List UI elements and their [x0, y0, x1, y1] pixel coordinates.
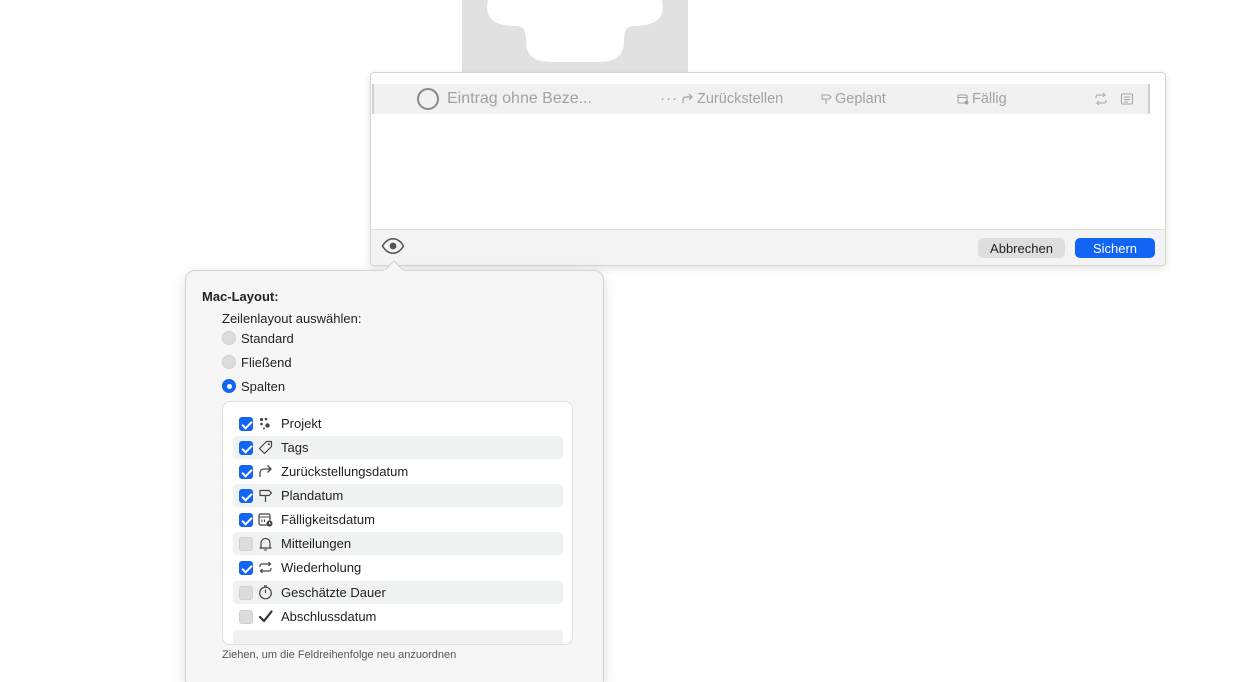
field-row-due-date[interactable]: Fälligkeitsdatum	[233, 508, 563, 531]
field-label: Geschätzte Dauer	[281, 585, 386, 600]
timer-icon	[258, 585, 273, 600]
entry-title-placeholder[interactable]: Eintrag ohne Beze...	[447, 90, 592, 108]
checkbox[interactable]	[239, 416, 253, 431]
field-row-notifications[interactable]: Mitteilungen	[233, 532, 563, 555]
layout-option-standard[interactable]: Standard	[222, 329, 294, 347]
repeat-icon	[258, 560, 273, 575]
note-icon[interactable]	[1120, 92, 1134, 106]
due-column-label: Fällig	[972, 91, 1007, 107]
layout-option-fluid[interactable]: Fließend	[222, 353, 292, 371]
checkbox[interactable]	[239, 512, 253, 527]
field-row-defer-date[interactable]: Zurückstellungsdatum	[233, 460, 563, 483]
layout-popover: Mac-Layout: Zeilenlayout auswählen: Stan…	[185, 270, 604, 682]
signpost-icon	[258, 488, 273, 503]
defer-column-label: Zurückstellen	[697, 91, 784, 107]
checkbox[interactable]	[239, 440, 253, 455]
checkbox[interactable]	[239, 560, 253, 575]
bell-icon	[258, 536, 273, 551]
field-label: Projekt	[281, 416, 322, 431]
radio-button[interactable]	[222, 331, 236, 345]
layout-option-label: Fließend	[241, 354, 292, 370]
checkmark-icon	[258, 609, 273, 624]
eye-icon[interactable]	[381, 237, 405, 255]
popover-subtitle: Zeilenlayout auswählen:	[222, 311, 362, 326]
field-label: Abschlussdatum	[281, 609, 377, 624]
editor-footer: Abbrechen Sichern	[371, 229, 1165, 265]
due-calendar-icon	[957, 94, 969, 105]
checkbox[interactable]	[239, 585, 253, 600]
due-calendar-icon	[258, 512, 273, 527]
field-label: Wiederholung	[281, 560, 362, 575]
field-row-partial[interactable]	[233, 630, 563, 644]
reorder-hint: Ziehen, um die Feldreihenfolge neu anzuo…	[222, 649, 457, 661]
entry-row[interactable]: Eintrag ohne Beze... ··· Zurückstellen G…	[372, 84, 1150, 114]
layout-option-columns[interactable]: Spalten	[222, 377, 285, 395]
defer-column[interactable]: Zurückstellen	[682, 91, 783, 107]
checkbox[interactable]	[239, 609, 253, 624]
checkbox[interactable]	[239, 536, 253, 551]
popover-arrow	[384, 260, 404, 271]
project-icon	[258, 416, 273, 431]
checkbox[interactable]	[239, 464, 253, 479]
planned-column[interactable]: Geplant	[820, 91, 886, 107]
background-placeholder-shape	[462, 0, 688, 74]
column-fields-list: Projekt Tags Zurückstellungsdatum Planda…	[222, 401, 573, 645]
field-row-estimated-duration[interactable]: Geschätzte Dauer	[233, 581, 563, 604]
defer-arrow-icon	[258, 464, 273, 479]
quick-entry-window: Eintrag ohne Beze... ··· Zurückstellen G…	[370, 72, 1166, 266]
tag-icon	[258, 440, 273, 455]
due-column[interactable]: Fällig	[957, 91, 1007, 107]
defer-arrow-icon	[682, 93, 693, 103]
layout-option-label: Spalten	[241, 378, 286, 394]
save-button[interactable]: Sichern	[1075, 238, 1155, 258]
field-label: Zurückstellungsdatum	[281, 464, 409, 479]
field-label: Mitteilungen	[281, 536, 352, 551]
project-field-more[interactable]: ···	[660, 90, 678, 107]
radio-button[interactable]	[222, 355, 236, 369]
field-row-tags[interactable]: Tags	[233, 436, 563, 459]
cancel-button[interactable]: Abbrechen	[978, 238, 1065, 258]
field-row-planned-date[interactable]: Plandatum	[233, 484, 563, 507]
signpost-icon	[821, 94, 832, 104]
checkbox[interactable]	[239, 488, 253, 503]
field-row-completion-date[interactable]: Abschlussdatum	[233, 605, 563, 628]
field-row-project[interactable]: Projekt	[233, 412, 563, 435]
radio-button-selected[interactable]	[222, 379, 236, 393]
repeat-icon[interactable]	[1094, 92, 1108, 106]
status-circle[interactable]	[417, 88, 439, 110]
planned-column-label: Geplant	[835, 91, 886, 107]
field-label: Tags	[281, 440, 309, 455]
popover-title: Mac-Layout:	[202, 289, 279, 304]
field-label: Plandatum	[281, 488, 344, 503]
field-label: Fälligkeitsdatum	[281, 512, 375, 527]
layout-option-label: Standard	[241, 330, 294, 346]
field-row-repeat[interactable]: Wiederholung	[233, 556, 563, 579]
